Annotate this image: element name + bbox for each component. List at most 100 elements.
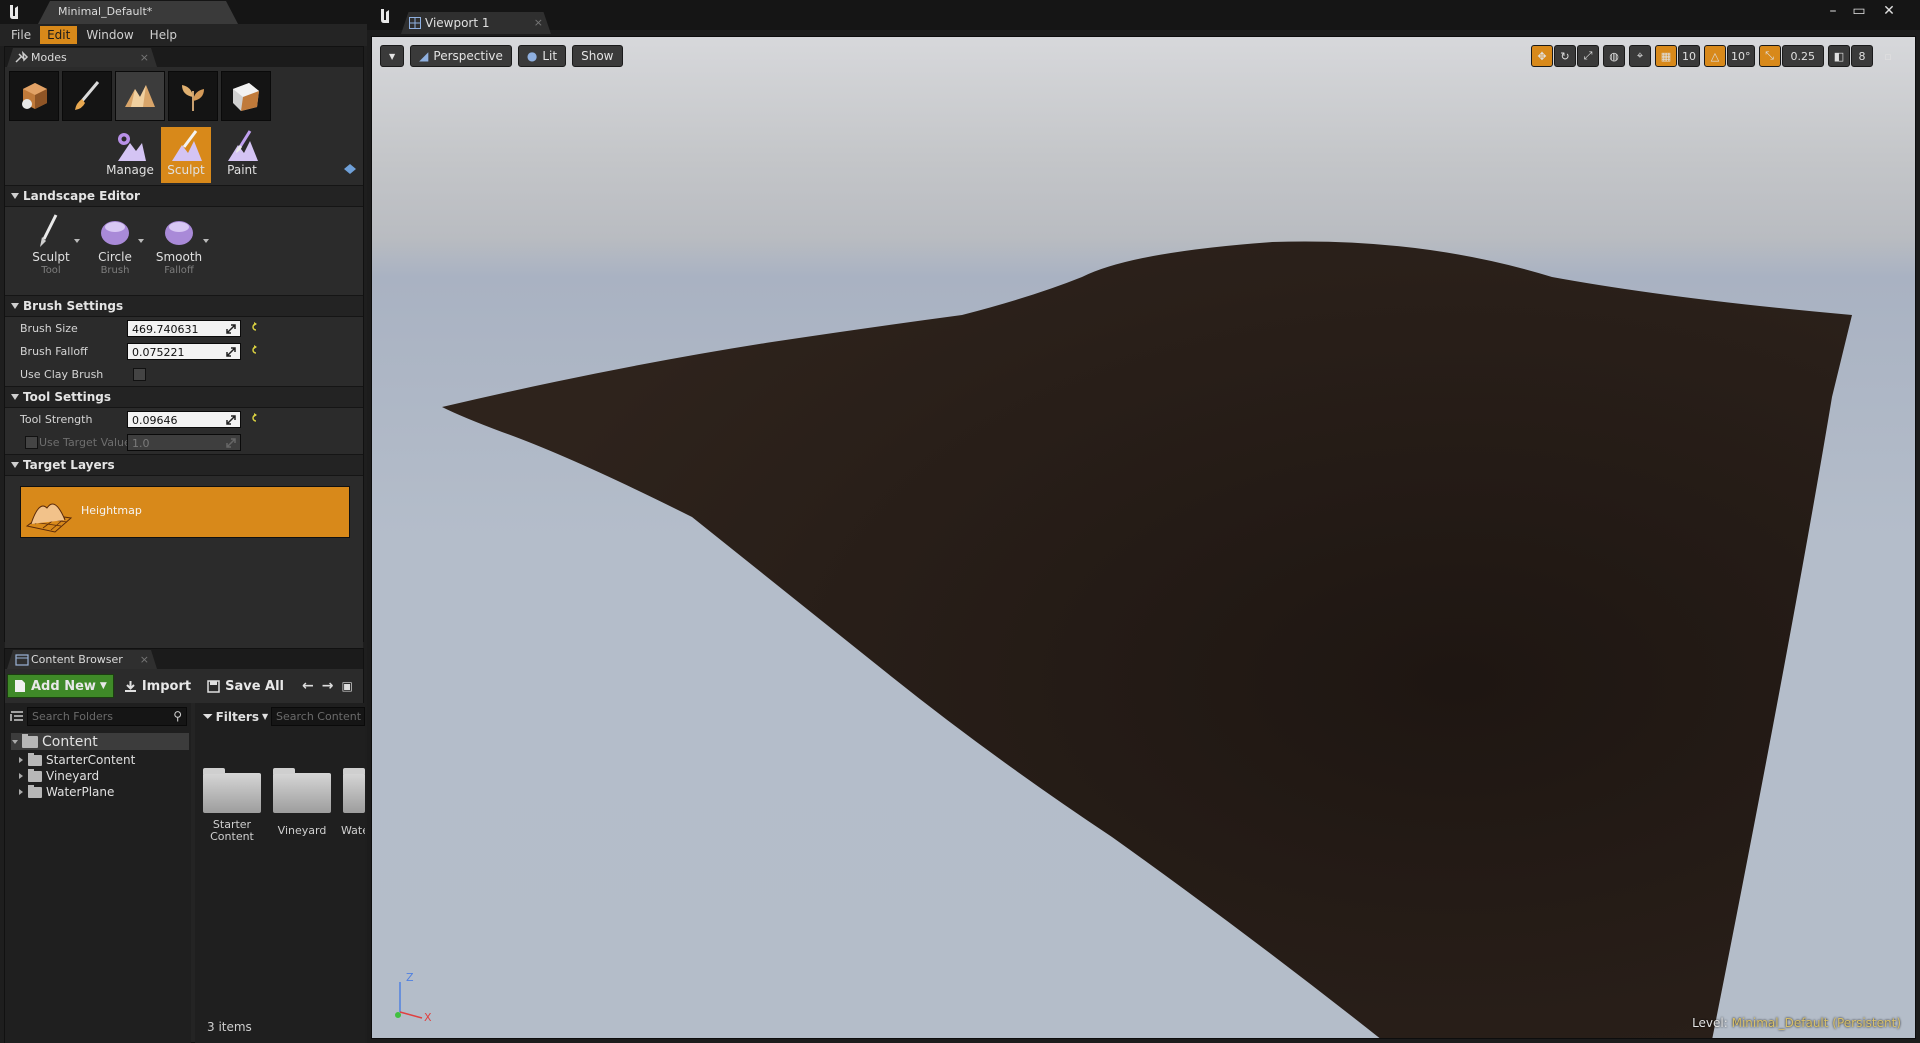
foliage-icon	[182, 85, 204, 111]
unreal-logo-icon[interactable]	[375, 6, 395, 26]
heightmap-layer-item[interactable]: Heightmap	[20, 486, 350, 538]
landscape-terrain[interactable]	[372, 37, 1916, 1039]
chevron-down-icon[interactable]	[203, 239, 209, 243]
tree-item-waterplane[interactable]: WaterPlane	[19, 784, 114, 799]
save-all-button[interactable]: Save All	[201, 674, 290, 698]
close-icon[interactable]: ×	[140, 650, 149, 669]
paint-mode-button[interactable]	[62, 71, 112, 121]
menu-window[interactable]: Window	[79, 26, 140, 44]
perspective-button[interactable]: ◢ Perspective	[410, 45, 512, 67]
tool-strength-value: 0.09646	[132, 414, 178, 427]
tree-item-startercontent[interactable]: StarterContent	[19, 752, 135, 767]
filters-button[interactable]: ⏷ Filters ▼	[203, 709, 268, 724]
viewport-toolbar-right: ✥ ↻ ⤢ ◍ ⌖ ▦ 10 △ 10° ⤡ 0.25 ◧ 8 ▫	[1531, 45, 1899, 67]
close-icon[interactable]: ×	[534, 12, 543, 34]
landscape-editor-header[interactable]: Landscape Editor	[5, 185, 363, 207]
place-mode-button[interactable]	[9, 71, 59, 121]
add-new-button[interactable]: Add New ▼	[7, 674, 114, 698]
landscape-editor-title: Landscape Editor	[23, 189, 140, 203]
grid-snap-value[interactable]: 10	[1678, 45, 1700, 67]
tree-root-content[interactable]: Content	[11, 733, 189, 750]
camera-speed-icon[interactable]: ◧	[1828, 45, 1850, 67]
smooth-falloff-sub: Falloff	[164, 265, 194, 276]
circle-brush-sub: Brush	[100, 265, 130, 276]
modes-tab[interactable]: Modes ×	[7, 48, 157, 67]
path-picker-icon[interactable]: ▣	[339, 679, 354, 693]
close-icon[interactable]: ×	[140, 48, 149, 67]
minimize-icon[interactable]: –	[1822, 4, 1844, 20]
show-button[interactable]: Show	[572, 45, 623, 67]
grid-snap-icon[interactable]: ▦	[1655, 45, 1677, 67]
tool-settings-header[interactable]: Tool Settings	[5, 386, 363, 408]
reset-to-default-icon[interactable]	[248, 344, 258, 356]
unreal-logo-icon[interactable]	[4, 2, 24, 22]
search-content-input[interactable]: Search Content	[271, 707, 365, 726]
maximize-viewport-icon[interactable]: ▫	[1877, 45, 1899, 67]
chevron-down-icon[interactable]	[74, 239, 80, 243]
paint-submode[interactable]: Paint	[217, 127, 267, 183]
use-target-value-checkbox[interactable]	[25, 436, 38, 449]
tree-item-vineyard[interactable]: Vineyard	[19, 768, 99, 783]
rotate-mode-icon[interactable]: ↻	[1554, 45, 1576, 67]
scale-snap-value[interactable]: 0.25	[1781, 45, 1824, 67]
tool-settings-body: Tool Strength 0.09646 Use Target Value 1…	[5, 408, 363, 454]
surface-snap-icon[interactable]: ⌖	[1629, 45, 1651, 67]
rotation-snap-icon[interactable]: △	[1704, 45, 1726, 67]
menu-edit[interactable]: Edit	[40, 26, 78, 44]
mode-toolbar	[5, 67, 363, 125]
smooth-falloff-button[interactable]: Smooth Falloff	[149, 211, 209, 276]
folder-icon	[28, 752, 42, 766]
target-layers-header[interactable]: Target Layers	[5, 454, 363, 476]
brush-settings-header[interactable]: Brush Settings	[5, 295, 363, 317]
menu-bar: File Edit Window Help	[0, 24, 367, 46]
tool-strength-input[interactable]: 0.09646	[127, 411, 241, 428]
viewport-options-button[interactable]: ▼	[380, 45, 405, 67]
sculpt-tool-sub: Tool	[41, 265, 61, 276]
rotation-snap-value[interactable]: 10°	[1727, 45, 1755, 67]
chevron-down-icon: ▼	[99, 681, 107, 691]
close-window-icon[interactable]: ✕	[1878, 4, 1900, 20]
spin-arrow-icon[interactable]	[225, 414, 237, 426]
asset-folder-startercontent[interactable]	[203, 768, 261, 813]
brush-falloff-input[interactable]: 0.075221	[127, 343, 241, 360]
content-browser-tab[interactable]: Content Browser ×	[7, 650, 157, 669]
manage-submode[interactable]: Manage	[105, 127, 155, 183]
geometry-mode-button[interactable]	[221, 71, 271, 121]
menu-help[interactable]: Help	[143, 26, 184, 44]
circle-brush-button[interactable]: Circle Brush	[85, 211, 145, 276]
camera-speed-value[interactable]: 8	[1851, 45, 1873, 67]
foliage-mode-button[interactable]	[168, 71, 218, 121]
use-clay-brush-checkbox[interactable]	[133, 368, 146, 381]
search-folders-input[interactable]: Search Folders ⚲	[27, 707, 187, 726]
sources-toggle-icon[interactable]	[9, 709, 25, 723]
brush-size-input[interactable]: 469.740631	[127, 320, 241, 337]
reset-to-default-icon[interactable]	[248, 412, 258, 424]
asset-folder-waterplane[interactable]	[343, 768, 365, 813]
spin-arrow-icon[interactable]	[225, 323, 237, 335]
menu-file[interactable]: File	[4, 26, 38, 44]
lit-button[interactable]: ● Lit	[517, 45, 567, 67]
translate-mode-icon[interactable]: ✥	[1531, 45, 1553, 67]
reset-to-default-icon[interactable]	[248, 321, 258, 333]
landscape-mode-button[interactable]	[115, 71, 165, 121]
back-arrow-icon[interactable]: ←	[300, 678, 316, 694]
maximize-icon[interactable]: ▭	[1848, 4, 1870, 20]
level-viewport[interactable]: ▼ ◢ Perspective ● Lit Show ✥ ↻ ⤢ ◍ ⌖ ▦ 1…	[371, 36, 1916, 1039]
scale-snap-icon[interactable]: ⤡	[1758, 45, 1781, 67]
forward-arrow-icon[interactable]: →	[320, 678, 336, 694]
target-value-input: 1.0	[127, 434, 241, 451]
import-button[interactable]: Import	[118, 674, 197, 698]
viewport-tab[interactable]: Viewport 1 ×	[401, 12, 551, 34]
use-target-value-row: Use Target Value 1.0	[5, 431, 363, 454]
sculpt-submode[interactable]: Sculpt	[161, 127, 211, 183]
use-clay-brush-row: Use Clay Brush	[5, 363, 363, 386]
document-tab[interactable]: Minimal_Default*	[38, 1, 238, 24]
spin-arrow-icon[interactable]	[225, 346, 237, 358]
chevron-down-icon[interactable]	[138, 239, 144, 243]
asset-folder-vineyard[interactable]	[273, 768, 331, 813]
sculpt-tool-button[interactable]: Sculpt Tool	[21, 211, 81, 276]
pin-icon[interactable]	[343, 163, 357, 175]
world-space-icon[interactable]: ◍	[1603, 45, 1625, 67]
geometry-icon	[233, 83, 259, 111]
scale-mode-icon[interactable]: ⤢	[1577, 45, 1599, 67]
